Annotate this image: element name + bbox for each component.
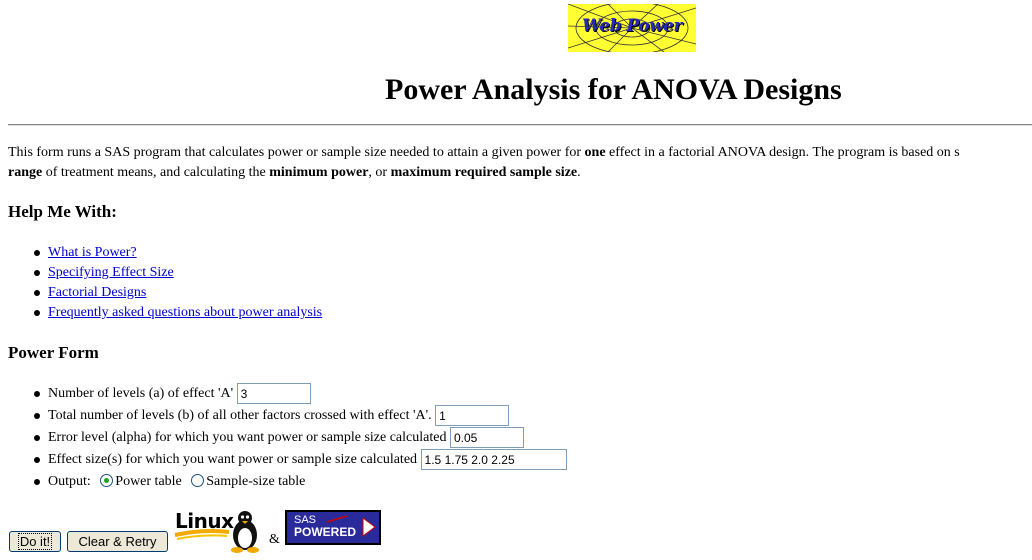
power-table-option-label: Power table [115, 474, 182, 489]
page-title: Power Analysis for ANOVA Designs [385, 73, 842, 106]
levels-a-label: Number of levels (a) of effect 'A' [48, 386, 234, 401]
levels-b-label: Total number of levels (b) of all other … [48, 408, 432, 423]
ampersand: & [269, 532, 280, 547]
levels-a-input[interactable] [236, 383, 311, 405]
list-item: Factorial Designs [0, 283, 322, 303]
do-it-button-label: Do it! [17, 533, 53, 550]
sample-size-table-radio[interactable] [191, 474, 205, 488]
sample-size-table-option-label: Sample-size table [206, 474, 306, 489]
levels-a-row: Number of levels (a) of effect 'A' [0, 383, 567, 405]
power-form-heading: Power Form [8, 343, 99, 362]
effect-sizes-label: Effect size(s) for which you want power … [48, 452, 418, 467]
power-table-radio[interactable] [100, 474, 114, 488]
help-links-list: What is Power? Specifying Effect Size Fa… [0, 243, 322, 323]
intro-line-1: This form runs a SAS program that calcul… [8, 145, 960, 160]
web-power-logo: Web Power [568, 4, 696, 52]
help-heading: Help Me With: [8, 202, 117, 221]
help-link-factorial-designs[interactable]: Factorial Designs [48, 285, 146, 300]
levels-b-input[interactable] [435, 405, 510, 427]
alpha-row: Error level (alpha) for which you want p… [0, 427, 567, 449]
clear-retry-button[interactable]: Clear & Retry [67, 531, 168, 552]
output-label: Output: [48, 474, 91, 489]
output-row: Output: Power table Sample-size table [0, 471, 567, 493]
levels-b-row: Total number of levels (b) of all other … [0, 405, 567, 427]
linux-logo: Linux [173, 505, 265, 553]
sas-arrow-icon [326, 515, 376, 537]
list-item: What is Power? [0, 243, 322, 263]
intro-line-2: range of treatment means, and calculatin… [8, 165, 581, 180]
power-form-fields: Number of levels (a) of effect 'A' Total… [0, 383, 567, 493]
do-it-button[interactable]: Do it! [9, 531, 61, 552]
help-link-faq[interactable]: Frequently asked questions about power a… [48, 305, 322, 320]
alpha-label: Error level (alpha) for which you want p… [48, 430, 447, 445]
help-link-effect-size[interactable]: Specifying Effect Size [48, 265, 174, 280]
alpha-input[interactable] [449, 427, 524, 449]
effect-sizes-row: Effect size(s) for which you want power … [0, 449, 567, 471]
logo-text: Web Power [582, 16, 682, 36]
intro-paragraph: This form runs a SAS program that calcul… [8, 143, 1032, 183]
help-link-what-is-power[interactable]: What is Power? [48, 245, 137, 260]
effect-sizes-input[interactable] [420, 449, 567, 471]
tux-penguin-icon [174, 511, 259, 553]
horizontal-rule [8, 124, 1032, 126]
sas-powered-logo: SAS POWERED [285, 510, 381, 545]
list-item: Specifying Effect Size [0, 263, 322, 283]
list-item: Frequently asked questions about power a… [0, 303, 322, 323]
